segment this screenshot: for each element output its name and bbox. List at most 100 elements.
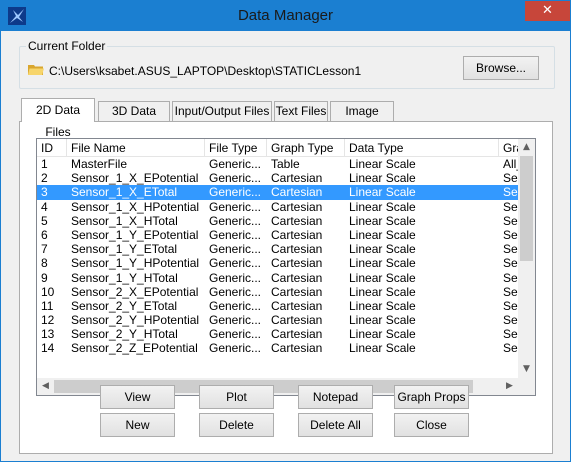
- notepad-button[interactable]: Notepad: [298, 385, 373, 409]
- table-row[interactable]: 3 Sensor_1_X_ETotal Generic... Cartesian Lin…: [37, 185, 519, 200]
- table-row[interactable]: 14 Sensor_2_Z_EPotential Generic... Cartesi…: [37, 341, 519, 355]
- table-cell: Cartesian: [271, 313, 323, 328]
- table-cell: Linear Scale: [349, 256, 416, 271]
- column-header-data-type[interactable]: Data Type: [345, 139, 499, 157]
- table-cell: Ser: [503, 227, 519, 242]
- tab-image-files[interactable]: Image Files: [330, 101, 394, 136]
- table-cell: Generic...: [209, 284, 262, 299]
- table-cell: Ser: [503, 242, 519, 257]
- table-row[interactable]: 5 Sensor_1_X_HTotal Generic... Cartesian Lin…: [37, 214, 519, 228]
- table-cell: Generic...: [209, 185, 262, 200]
- table-cell: Sensor_2_Y_HPotential: [71, 313, 200, 328]
- table-cell: Cartesian: [271, 171, 323, 186]
- vertical-scrollbar[interactable]: ▲ ▼: [518, 139, 535, 378]
- table-cell: Linear Scale: [349, 199, 416, 214]
- table-cell: Linear Scale: [349, 313, 416, 328]
- current-folder-path: C:\Users\ksabet.ASUS_LAPTOP\Desktop\STAT…: [49, 64, 362, 78]
- table-row[interactable]: 12 Sensor_2_Y_HPotential Generic... Cartesi…: [37, 313, 519, 327]
- view-button[interactable]: View: [100, 385, 175, 409]
- table-cell: Sensor_1_Y_EPotential: [71, 227, 199, 242]
- list-rows: 1 MasterFile Generic... Table Linear Scale Al…: [37, 157, 519, 356]
- column-header-file-type[interactable]: File Type: [205, 139, 267, 157]
- table-cell: Ser: [503, 270, 519, 285]
- table-cell: Ser: [503, 341, 519, 356]
- table-cell: Generic...: [209, 242, 262, 257]
- table-row[interactable]: 11 Sensor_2_Y_ETotal Generic... Cartesian Li…: [37, 299, 519, 313]
- table-cell: Cartesian: [271, 242, 323, 257]
- table-cell: Sensor_1_X_HPotential: [71, 199, 200, 214]
- browse-button[interactable]: Browse...: [463, 56, 539, 80]
- table-cell: Ser: [503, 185, 519, 200]
- table-cell: Linear Scale: [349, 298, 416, 313]
- table-cell: Linear Scale: [349, 270, 416, 285]
- table-row[interactable]: 6 Sensor_1_Y_EPotential Generic... Cartesia…: [37, 228, 519, 242]
- tab-text-files[interactable]: Text Files: [274, 101, 328, 121]
- table-cell: Generic...: [209, 341, 262, 356]
- table-cell: 12: [41, 313, 55, 328]
- table-cell: 14: [41, 341, 55, 356]
- table-cell: Linear Scale: [349, 227, 416, 242]
- table-cell: Cartesian: [271, 298, 323, 313]
- table-cell: 6: [41, 227, 48, 242]
- table-cell: Sensor_1_Y_HPotential: [71, 256, 200, 271]
- table-cell: Ser: [503, 213, 519, 228]
- table-cell: Ser: [503, 171, 519, 186]
- table-row[interactable]: 4 Sensor_1_X_HPotential Generic... Cartesia…: [37, 200, 519, 214]
- tab-3d-data-files[interactable]: 3D Data Files: [98, 101, 170, 136]
- table-cell: Cartesian: [271, 227, 323, 242]
- table-cell: Table: [271, 157, 300, 171]
- title-bar[interactable]: Data Manager ✕: [1, 1, 570, 31]
- table-cell: 9: [41, 270, 48, 285]
- table-row[interactable]: 1 MasterFile Generic... Table Linear Scale Al…: [37, 157, 519, 171]
- table-row[interactable]: 7 Sensor_1_Y_ETotal Generic... Cartesian Lin…: [37, 242, 519, 256]
- table-cell: Cartesian: [271, 341, 323, 356]
- table-cell: Cartesian: [271, 284, 323, 299]
- folder-icon: [28, 65, 44, 75]
- tab-2d-data-files[interactable]: 2D Data Files: [21, 98, 95, 139]
- table-row[interactable]: 2 Sensor_1_X_EPotential Generic... Cartesia…: [37, 171, 519, 185]
- table-cell: Generic...: [209, 157, 262, 171]
- table-cell: Generic...: [209, 270, 262, 285]
- table-cell: Sensor_2_Y_ETotal: [71, 298, 178, 313]
- data-manager-window: Data Manager ✕ Current Folder C:\Users\k…: [0, 0, 571, 462]
- tab-input-output-files[interactable]: Input/Output Files: [172, 101, 272, 121]
- scroll-left-arrow-icon[interactable]: ◀: [37, 378, 54, 395]
- scroll-right-arrow-icon[interactable]: ▶: [501, 378, 518, 395]
- table-cell: Generic...: [209, 298, 262, 313]
- table-cell: Sensor_1_Y_ETotal: [71, 242, 178, 257]
- column-header-graph[interactable]: Gra: [499, 139, 523, 157]
- table-cell: Generic...: [209, 313, 262, 328]
- column-header-graph-type[interactable]: Graph Type: [267, 139, 345, 157]
- table-cell: 2: [41, 171, 48, 186]
- delete-button[interactable]: Delete: [199, 413, 274, 437]
- table-cell: Linear Scale: [349, 171, 416, 186]
- table-row[interactable]: 8 Sensor_1_Y_HPotential Generic... Cartesia…: [37, 256, 519, 270]
- window-close-button[interactable]: ✕: [525, 1, 570, 21]
- scroll-down-arrow-icon[interactable]: ▼: [518, 361, 535, 378]
- delete-all-button[interactable]: Delete All: [298, 413, 373, 437]
- table-cell: Sensor_2_Z_EPotential: [71, 341, 198, 356]
- table-cell: Generic...: [209, 213, 262, 228]
- close-button[interactable]: Close: [394, 413, 469, 437]
- window-title: Data Manager: [237, 7, 334, 24]
- data-file-list[interactable]: ID File Name File Type Graph Type Data T…: [36, 138, 536, 396]
- table-cell: Ser: [503, 199, 519, 214]
- table-cell: Generic...: [209, 327, 262, 342]
- table-cell: Linear Scale: [349, 242, 416, 257]
- column-header-file-name[interactable]: File Name: [67, 139, 205, 157]
- table-cell: Cartesian: [271, 213, 323, 228]
- current-folder-label: Current Folder: [26, 39, 108, 53]
- new-button[interactable]: New: [100, 413, 175, 437]
- plot-button[interactable]: Plot: [199, 385, 274, 409]
- table-row[interactable]: 10 Sensor_2_X_EPotential Generic... Cartesi…: [37, 285, 519, 299]
- table-row[interactable]: 9 Sensor_1_Y_HTotal Generic... Cartesian Lin…: [37, 271, 519, 285]
- table-row[interactable]: 13 Sensor_2_Y_HTotal Generic... Cartesian Li…: [37, 327, 519, 341]
- vertical-scroll-thumb[interactable]: [520, 156, 533, 261]
- scroll-up-arrow-icon[interactable]: ▲: [518, 139, 535, 156]
- graph-props-button[interactable]: Graph Props: [394, 385, 469, 409]
- table-cell: Ser: [503, 313, 519, 328]
- table-cell: Ser: [503, 327, 519, 342]
- table-cell: 7: [41, 242, 48, 257]
- table-cell: Linear Scale: [349, 284, 416, 299]
- table-cell: Sensor_1_X_ETotal: [71, 185, 178, 200]
